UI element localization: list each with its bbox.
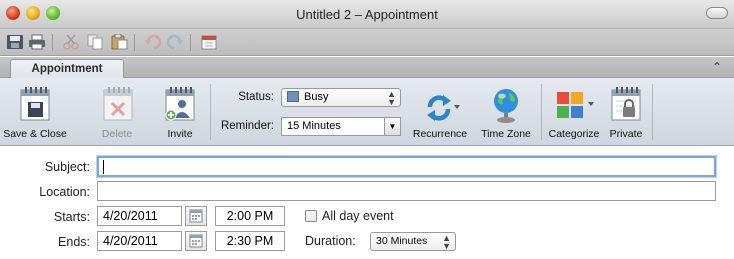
starts-label: Starts:: [53, 210, 90, 224]
start-time-value: 2:00 PM: [226, 209, 274, 223]
toolbar-toggle-button[interactable]: [706, 7, 728, 19]
location-label: Location:: [39, 185, 90, 199]
chevron-down-icon[interactable]: ▼: [384, 118, 400, 135]
subject-label: Subject:: [44, 160, 90, 174]
status-color-swatch: [287, 91, 299, 102]
start-date-picker-button[interactable]: [185, 206, 207, 226]
delete-label: Delete: [101, 128, 133, 140]
paste-icon[interactable]: [110, 34, 128, 50]
end-time-value: 2:30 PM: [226, 234, 274, 248]
ribbon: Save & Close Delete Invite Status: Busy …: [0, 78, 734, 146]
save-close-label: Save & Close: [3, 128, 67, 140]
end-date-value: 4/20/2011: [103, 234, 158, 248]
duration-label: Duration:: [305, 234, 356, 248]
calendar-icon: [189, 209, 203, 223]
status-label: Status:: [238, 91, 274, 103]
ribbon-tab-row: Appointment ⌃: [0, 57, 734, 79]
end-time-field[interactable]: 2:30 PM: [215, 231, 285, 251]
invite-icon: [165, 87, 195, 121]
private-label: Private: [609, 128, 643, 140]
start-time-field[interactable]: 2:00 PM: [215, 206, 285, 226]
duration-select[interactable]: 30 Minutes ▲ ▼: [370, 232, 456, 251]
delete-calendar-icon: [103, 87, 133, 121]
ribbon-separator: [210, 84, 211, 140]
start-date-field[interactable]: 4/20/2011: [97, 206, 182, 226]
categorize-label: Categorize: [548, 128, 600, 140]
location-field[interactable]: [97, 181, 716, 201]
undo-icon[interactable]: [144, 34, 162, 50]
private-icon: [611, 87, 641, 121]
reminder-label: Reminder:: [220, 120, 274, 132]
save-close-icon: [20, 87, 50, 121]
print-icon[interactable]: [28, 34, 46, 50]
text-caret: [103, 160, 104, 174]
ends-label: Ends:: [58, 235, 90, 249]
save-icon[interactable]: [6, 34, 24, 50]
redo-icon[interactable]: [166, 34, 184, 50]
time-zone-label: Time Zone: [481, 128, 531, 140]
toolbar-separator: [190, 34, 191, 51]
collapse-ribbon-icon[interactable]: ⌃: [712, 60, 722, 74]
duration-value: 30 Minutes: [376, 235, 428, 247]
window-title: Untitled 2 – Appointment: [296, 7, 438, 22]
ribbon-separator: [541, 84, 542, 140]
recurrence-label: Recurrence: [412, 128, 468, 140]
invite-label: Invite: [167, 128, 193, 140]
subject-field[interactable]: [97, 156, 716, 177]
recurrence-icon: [427, 95, 460, 121]
start-date-value: 4/20/2011: [103, 209, 158, 223]
quick-access-toolbar: [0, 29, 734, 56]
all-day-checkbox[interactable]: [305, 210, 317, 222]
cut-icon[interactable]: [62, 34, 80, 50]
status-value: Busy: [304, 91, 329, 103]
categorize-icon: [557, 92, 594, 118]
title-bar: Untitled 2 – Appointment: [0, 0, 734, 29]
calendar-icon: [189, 234, 203, 248]
copy-icon[interactable]: [86, 34, 104, 50]
end-date-picker-button[interactable]: [185, 231, 207, 251]
ribbon-separator: [652, 84, 653, 140]
status-select[interactable]: Busy ▲ ▼: [281, 88, 401, 107]
tab-appointment[interactable]: Appointment: [10, 59, 124, 79]
globe-icon: [494, 89, 518, 123]
toolbar-separator: [134, 34, 135, 51]
reminder-select[interactable]: 15 Minutes ▼: [281, 117, 401, 136]
calendar-icon[interactable]: [200, 34, 218, 50]
end-date-field[interactable]: 4/20/2011: [97, 231, 182, 251]
reminder-value: 15 Minutes: [287, 120, 341, 132]
updown-arrows-icon: ▲ ▼: [442, 233, 451, 251]
toolbar-separator: [52, 34, 53, 51]
updown-arrows-icon: ▲ ▼: [387, 89, 396, 107]
all-day-label: All day event: [322, 209, 394, 223]
